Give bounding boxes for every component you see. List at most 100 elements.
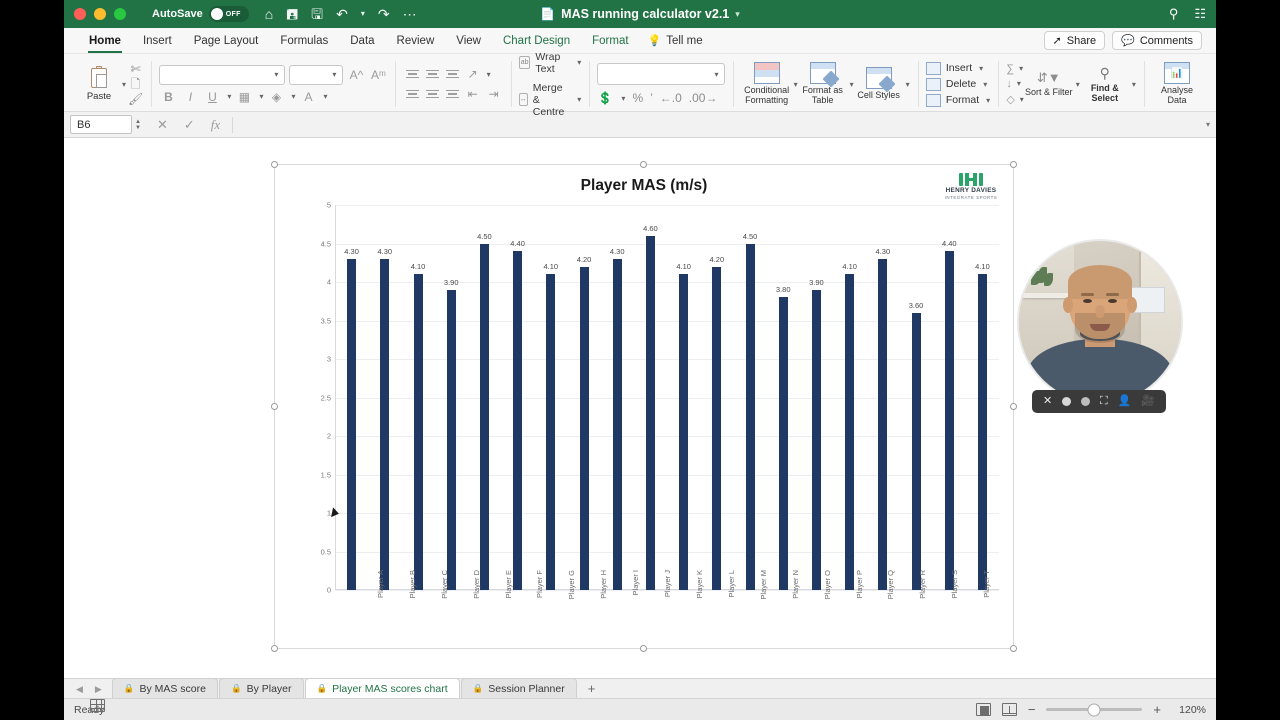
tab-chart-design[interactable]: Chart Design — [492, 28, 581, 54]
search-icon[interactable]: ⚲ — [1169, 6, 1179, 22]
close-window-button[interactable] — [74, 8, 86, 20]
webcam-controls[interactable]: ✕ ⛶ 👤 🎥 — [1032, 390, 1166, 413]
confirm-icon[interactable]: ✓ — [184, 117, 195, 133]
bar[interactable]: 3.80 — [776, 285, 791, 590]
bar[interactable]: 4.60 — [643, 224, 658, 590]
bar[interactable]: 4.10 — [411, 262, 425, 590]
tab-review[interactable]: Review — [386, 28, 446, 54]
zoom-slider[interactable] — [1046, 703, 1143, 716]
analyse-data-button[interactable]: 📊 Analyse Data — [1152, 62, 1202, 106]
merge-centre-button[interactable]: ↔ Merge & Centre ▾ — [518, 82, 581, 118]
undo-caret-icon[interactable]: ▾ — [361, 10, 365, 18]
italic-button[interactable]: I — [181, 90, 199, 104]
name-box[interactable]: B6 — [70, 115, 132, 134]
format-as-table-button[interactable]: Format as Table — [798, 62, 848, 106]
font-size-input[interactable]: ▾ — [289, 64, 344, 85]
number-format-select[interactable]: ▾ — [597, 63, 726, 85]
sort-filter-button[interactable]: ⇵▼ Sort & Filter — [1024, 70, 1074, 98]
resize-handle-w[interactable] — [271, 402, 278, 410]
font-name-input[interactable]: ▾ — [159, 64, 286, 85]
increase-indent-icon[interactable]: ⇥ — [485, 87, 503, 101]
bar[interactable]: 4.30 — [377, 247, 392, 590]
borders-chevron-down-icon[interactable]: ▾ — [259, 92, 263, 101]
align-middle-button[interactable] — [424, 67, 441, 81]
chevron-down-icon[interactable]: ▾ — [332, 70, 336, 79]
page-layout-icon[interactable] — [975, 703, 991, 716]
increase-font-size-icon[interactable]: A^ — [347, 68, 365, 82]
resize-handle-nw[interactable] — [271, 161, 278, 168]
wrap-chevron-down-icon[interactable]: ▾ — [577, 58, 581, 67]
font-colour-icon[interactable]: A — [299, 90, 317, 104]
decrease-indent-icon[interactable]: ⇤ — [464, 87, 482, 101]
bar-column[interactable]: 4.50 — [733, 205, 766, 590]
align-bottom-button[interactable] — [444, 67, 461, 81]
autosave-toggle[interactable]: AutoSave OFF — [152, 6, 249, 22]
decrease-decimal-icon[interactable]: .00→ — [689, 91, 718, 105]
resize-handle-s[interactable] — [640, 645, 647, 652]
clear-button[interactable]: ◇ ▾ — [1006, 93, 1023, 106]
insert-cells-button[interactable]: Insert ▾ — [925, 61, 990, 75]
orientation-icon[interactable]: ↗ — [464, 67, 482, 81]
autosum-chevron-down-icon[interactable]: ▾ — [1019, 64, 1023, 73]
more-icon[interactable]: ⋯ — [403, 7, 417, 21]
wrap-text-button[interactable]: ab Wrap Text ▾ — [518, 51, 581, 75]
bar[interactable]: 4.20 — [577, 255, 591, 590]
align-centre-button[interactable] — [424, 87, 441, 101]
sheet-tab-by-player[interactable]: 🔒 By Player — [218, 678, 304, 698]
bar[interactable]: 4.50 — [743, 232, 757, 590]
fill-button[interactable]: ↓ ▾ — [1006, 78, 1023, 90]
add-sheet-button[interactable]: + — [578, 681, 606, 698]
bar[interactable]: 4.40 — [510, 239, 525, 590]
bar-column[interactable]: 4.20 — [567, 205, 600, 590]
save-icon[interactable]: 🖪 — [286, 7, 298, 21]
chevron-down-icon[interactable]: ▾ — [714, 70, 718, 79]
bar[interactable]: 4.30 — [876, 247, 890, 590]
fullscreen-icon[interactable]: ⛶ — [1100, 396, 1108, 407]
borders-icon[interactable]: ▦ — [235, 90, 253, 104]
resize-handle-n[interactable] — [640, 161, 647, 168]
formula-input[interactable] — [243, 115, 1206, 134]
bar-column[interactable]: 4.10 — [534, 205, 567, 590]
tab-format[interactable]: Format — [581, 28, 639, 54]
find-select-button[interactable]: ⚲ Find & Select — [1080, 65, 1130, 104]
next-sheet-icon[interactable]: ▶ — [95, 684, 102, 695]
conditional-formatting-button[interactable]: Conditional Formatting — [742, 62, 792, 106]
bar-column[interactable]: 4.60 — [634, 205, 667, 590]
autosum-button[interactable]: ∑ ▾ — [1006, 63, 1023, 75]
delete-chevron-down-icon[interactable]: ▾ — [983, 80, 987, 89]
fill-chevron-down-icon[interactable]: ▾ — [291, 92, 295, 101]
bar[interactable]: 4.30 — [344, 247, 359, 590]
paste-chevron-down-icon[interactable]: ▾ — [122, 80, 126, 89]
increase-decimal-icon[interactable]: ←.0 — [660, 91, 682, 105]
name-box-stepper[interactable]: ▲ ▼ — [135, 119, 141, 131]
cs-chevron-down-icon[interactable]: ▾ — [906, 80, 910, 89]
font-colour-chevron-down-icon[interactable]: ▾ — [323, 92, 327, 101]
bar[interactable]: 4.10 — [544, 262, 558, 590]
currency-format-icon[interactable]: 💲 — [597, 91, 612, 105]
home-icon[interactable]: ⌂ — [265, 7, 273, 21]
redo-icon[interactable]: ↷ — [378, 7, 390, 21]
window-controls[interactable] — [74, 8, 126, 20]
bar[interactable]: 4.50 — [477, 232, 492, 590]
record-icon[interactable] — [1062, 397, 1072, 406]
format-chevron-down-icon[interactable]: ▾ — [986, 96, 990, 105]
insert-chevron-down-icon[interactable]: ▾ — [979, 64, 983, 73]
comments-button[interactable]: 💬 Comments — [1112, 31, 1202, 50]
cell-styles-button[interactable]: Cell Styles — [854, 67, 904, 101]
format-painter-icon[interactable]: 🖌 — [128, 93, 143, 105]
sheet-tab-session-planner[interactable]: 🔒 Session Planner — [460, 678, 577, 698]
undo-icon[interactable]: ↶ — [336, 7, 348, 21]
chart-object[interactable]: Player MAS (m/s) HENRY DAVIES INTEGRATE … — [271, 161, 1017, 652]
sheet-tab-player-mas-scores-chart[interactable]: 🔒 Player MAS scores chart — [304, 678, 460, 698]
previous-sheet-icon[interactable]: ◀ — [76, 684, 83, 695]
webcam-video[interactable] — [1017, 239, 1183, 405]
underline-chevron-down-icon[interactable]: ▾ — [227, 92, 231, 101]
bar[interactable]: 3.60 — [909, 301, 923, 590]
bar-column[interactable]: 4.40 — [933, 205, 966, 590]
orientation-chevron-down-icon[interactable]: ▾ — [487, 70, 491, 79]
sheet-nav-arrows[interactable]: ◀ ▶ — [72, 684, 112, 698]
zoom-out-button[interactable]: − — [1028, 703, 1036, 716]
cancel-icon[interactable]: ✕ — [157, 117, 168, 133]
camera-icon[interactable]: 🎥 — [1141, 396, 1155, 407]
align-top-button[interactable] — [404, 67, 421, 81]
